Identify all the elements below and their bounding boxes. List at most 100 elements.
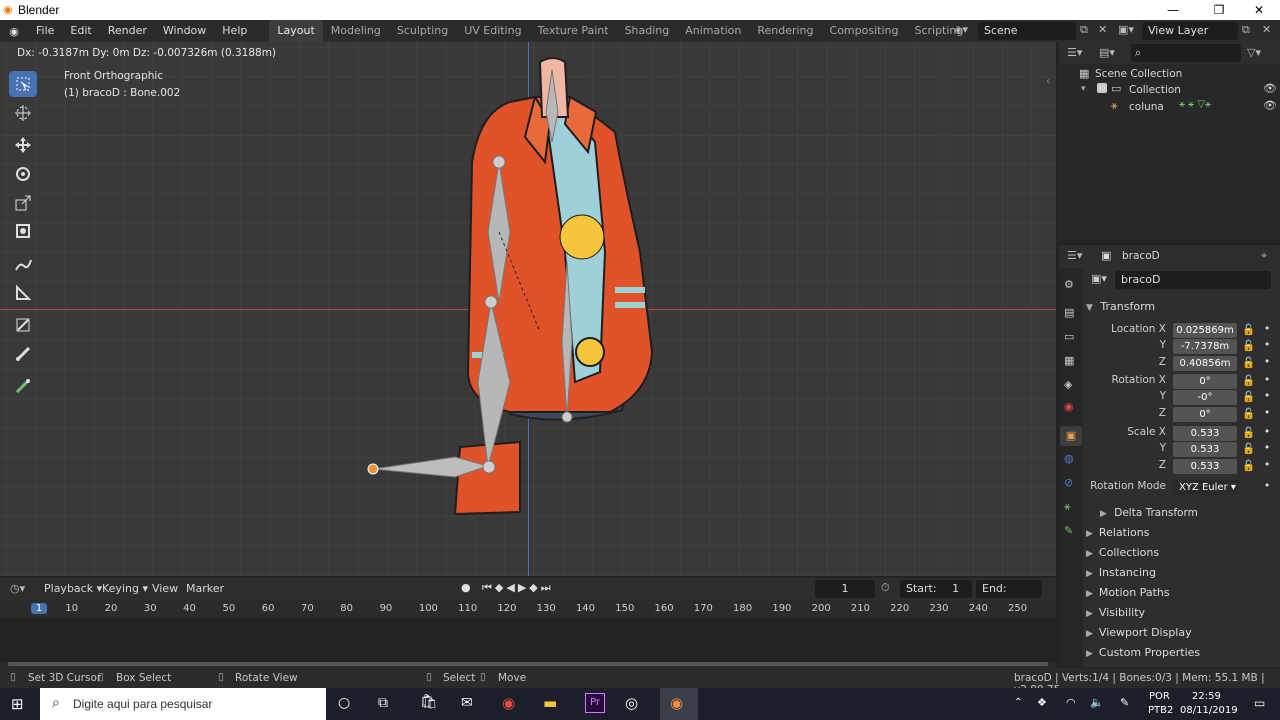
object-label-coluna[interactable]: coluna	[1129, 101, 1164, 113]
rotate-tool-icon[interactable]	[9, 161, 37, 187]
lock-rotation-x-icon[interactable]: 🔓	[1242, 374, 1255, 387]
tray-up-icon[interactable]: ⌃	[1014, 697, 1022, 708]
tab-sculpting[interactable]: Sculpting	[389, 20, 456, 42]
output-tab-icon[interactable]: ▭	[1064, 330, 1074, 343]
minimize-button[interactable]: —	[1150, 0, 1196, 20]
transform-panel-header[interactable]: ▼ Transform	[1086, 298, 1276, 316]
new-scene-icon[interactable]: ⧉	[1080, 23, 1088, 37]
rotation-z-field[interactable]: 0°	[1173, 407, 1237, 422]
keyframe-location-z-icon[interactable]: •	[1264, 356, 1270, 368]
delete-scene-icon[interactable]: ✕	[1098, 23, 1107, 36]
modifier-tab-icon[interactable]: ◍	[1064, 452, 1074, 465]
armature-data-tab-icon[interactable]: ⚹	[1064, 500, 1071, 514]
tab-shading[interactable]: Shading	[617, 20, 678, 42]
keyframe-scale-y-icon[interactable]: •	[1264, 442, 1270, 454]
outliner-search-icon[interactable]: ⌕	[1131, 44, 1241, 62]
editor-type-icon[interactable]: ☰▾	[1067, 46, 1082, 59]
transform-tool-icon[interactable]	[9, 218, 37, 244]
constraint-tab-icon[interactable]: ⊘	[1064, 476, 1073, 489]
start-frame-field[interactable]: Start: 1	[900, 580, 972, 598]
collection-label[interactable]: Collection	[1129, 84, 1181, 96]
object-name-field[interactable]: bracoD	[1115, 271, 1271, 289]
properties-editor-icon[interactable]: ☰▾	[1067, 249, 1082, 262]
move-tool-icon[interactable]	[9, 132, 37, 158]
marker-menu[interactable]: Marker	[186, 582, 224, 595]
premiere-icon[interactable]: Pr	[585, 693, 605, 713]
keyframe-scale-z-icon[interactable]: •	[1264, 459, 1270, 471]
cursor-tool-icon[interactable]	[9, 100, 37, 126]
location-y-field[interactable]: -7.7378m	[1173, 339, 1237, 354]
cortana-icon[interactable]: ○	[338, 695, 350, 711]
tool-tab-icon[interactable]: ⚙	[1064, 278, 1074, 291]
scene-field[interactable]: Scene	[978, 22, 1076, 40]
scale-x-field[interactable]: 0.533	[1173, 426, 1237, 441]
scale-y-field[interactable]: 0.533	[1173, 442, 1237, 457]
measure-tool-icon[interactable]	[9, 280, 37, 306]
keyframe-scale-x-icon[interactable]: •	[1264, 426, 1270, 438]
keyframe-rotation-x-icon[interactable]: •	[1264, 374, 1270, 386]
display-mode-icon[interactable]: ▤▾	[1099, 46, 1115, 59]
end-frame-field[interactable]: End: 250	[976, 580, 1042, 613]
store-icon[interactable]: 🛍	[420, 694, 438, 710]
object-browse-icon[interactable]: ▣▾	[1091, 272, 1107, 285]
view-menu[interactable]: View	[152, 582, 178, 595]
scale-z-field[interactable]: 0.533	[1173, 459, 1237, 474]
windows-start-icon[interactable]: ⊞	[11, 695, 24, 713]
keyframe-area[interactable]	[0, 618, 1056, 662]
blender-menu-icon[interactable]: ◉	[0, 25, 28, 38]
location-x-field[interactable]: 0.025869m	[1173, 323, 1237, 338]
object-visibility-icon[interactable]: 👁	[1263, 99, 1277, 112]
select-box-tool-icon[interactable]	[9, 71, 37, 97]
keyframe-rotation-z-icon[interactable]: •	[1264, 407, 1270, 419]
notifications-icon[interactable]: ▭	[1254, 696, 1265, 710]
render-tab-icon[interactable]: ▤	[1064, 306, 1074, 319]
tab-uv-editing[interactable]: UV Editing	[456, 20, 529, 42]
tab-texture-paint[interactable]: Texture Paint	[530, 20, 617, 42]
bone-tab-icon[interactable]: ✎	[1064, 524, 1073, 537]
playback-controls-icon[interactable]: ⏮◆◀▶◆⏭	[482, 581, 554, 595]
panel-instancing[interactable]: ▶ Instancing	[1086, 564, 1276, 582]
language-primary[interactable]: POR	[1149, 691, 1170, 702]
tab-rendering[interactable]: Rendering	[749, 20, 821, 42]
collection-expand-icon[interactable]: ▾	[1081, 84, 1086, 94]
lock-scale-y-icon[interactable]: 🔓	[1242, 442, 1255, 455]
menu-help[interactable]: Help	[214, 20, 255, 42]
scene-collection-label[interactable]: Scene Collection	[1095, 68, 1182, 80]
clock-date[interactable]: 08/11/2019	[1180, 705, 1238, 716]
view-layer-field[interactable]: View Layer	[1142, 22, 1238, 40]
preview-range-icon[interactable]: ⏱	[881, 581, 890, 595]
mail-icon[interactable]: ✉	[461, 695, 473, 711]
world-tab-icon[interactable]: ◉	[1064, 400, 1074, 413]
delta-transform-header[interactable]: ▶ Delta Transform	[1100, 504, 1280, 522]
tab-layout[interactable]: Layout	[269, 20, 323, 42]
location-z-field[interactable]: 0.40856m	[1173, 356, 1237, 371]
rotation-x-field[interactable]: 0°	[1173, 374, 1237, 389]
keying-menu[interactable]: Keying ▾	[102, 582, 148, 595]
record-icon[interactable]: ●	[461, 581, 471, 594]
menu-file[interactable]: File	[28, 20, 62, 42]
character-artwork[interactable]	[360, 52, 670, 522]
frame-ruler[interactable]: 1 10 20 30 40 50 60 70 80 90 100 110 120 130 140 150 160…	[0, 600, 1056, 662]
volume-icon[interactable]: 🔈	[1090, 696, 1104, 709]
extrude-tool-icon[interactable]	[9, 373, 37, 399]
lock-rotation-y-icon[interactable]: 🔓	[1242, 390, 1255, 403]
chrome-icon[interactable]: ◉	[502, 694, 515, 712]
menu-window[interactable]: Window	[155, 20, 214, 42]
panel-relations[interactable]: ▶ Relations	[1086, 524, 1276, 542]
scale-tool-icon[interactable]	[9, 190, 37, 216]
tab-modeling[interactable]: Modeling	[323, 20, 389, 42]
menu-edit[interactable]: Edit	[62, 20, 99, 42]
delete-view-layer-icon[interactable]: ✕	[1262, 23, 1271, 36]
view-layer-icon[interactable]: ▣▾	[1118, 23, 1134, 36]
pin-icon[interactable]: ⌖	[1261, 249, 1267, 263]
current-frame-field[interactable]: 1	[815, 580, 875, 598]
timeline-editor-icon[interactable]: ◷▾	[10, 582, 25, 595]
network-icon[interactable]: ◠	[1066, 696, 1076, 709]
roll-tool-icon[interactable]	[9, 312, 37, 338]
dropbox-icon[interactable]: ❖	[1037, 696, 1047, 709]
clock-time[interactable]: 22:59	[1192, 691, 1221, 702]
lock-location-z-icon[interactable]: 🔓	[1242, 356, 1255, 369]
new-view-layer-icon[interactable]: ⧉	[1242, 23, 1250, 37]
lock-scale-x-icon[interactable]: 🔓	[1242, 426, 1255, 439]
panel-motion-paths[interactable]: ▶ Motion Paths	[1086, 584, 1276, 602]
